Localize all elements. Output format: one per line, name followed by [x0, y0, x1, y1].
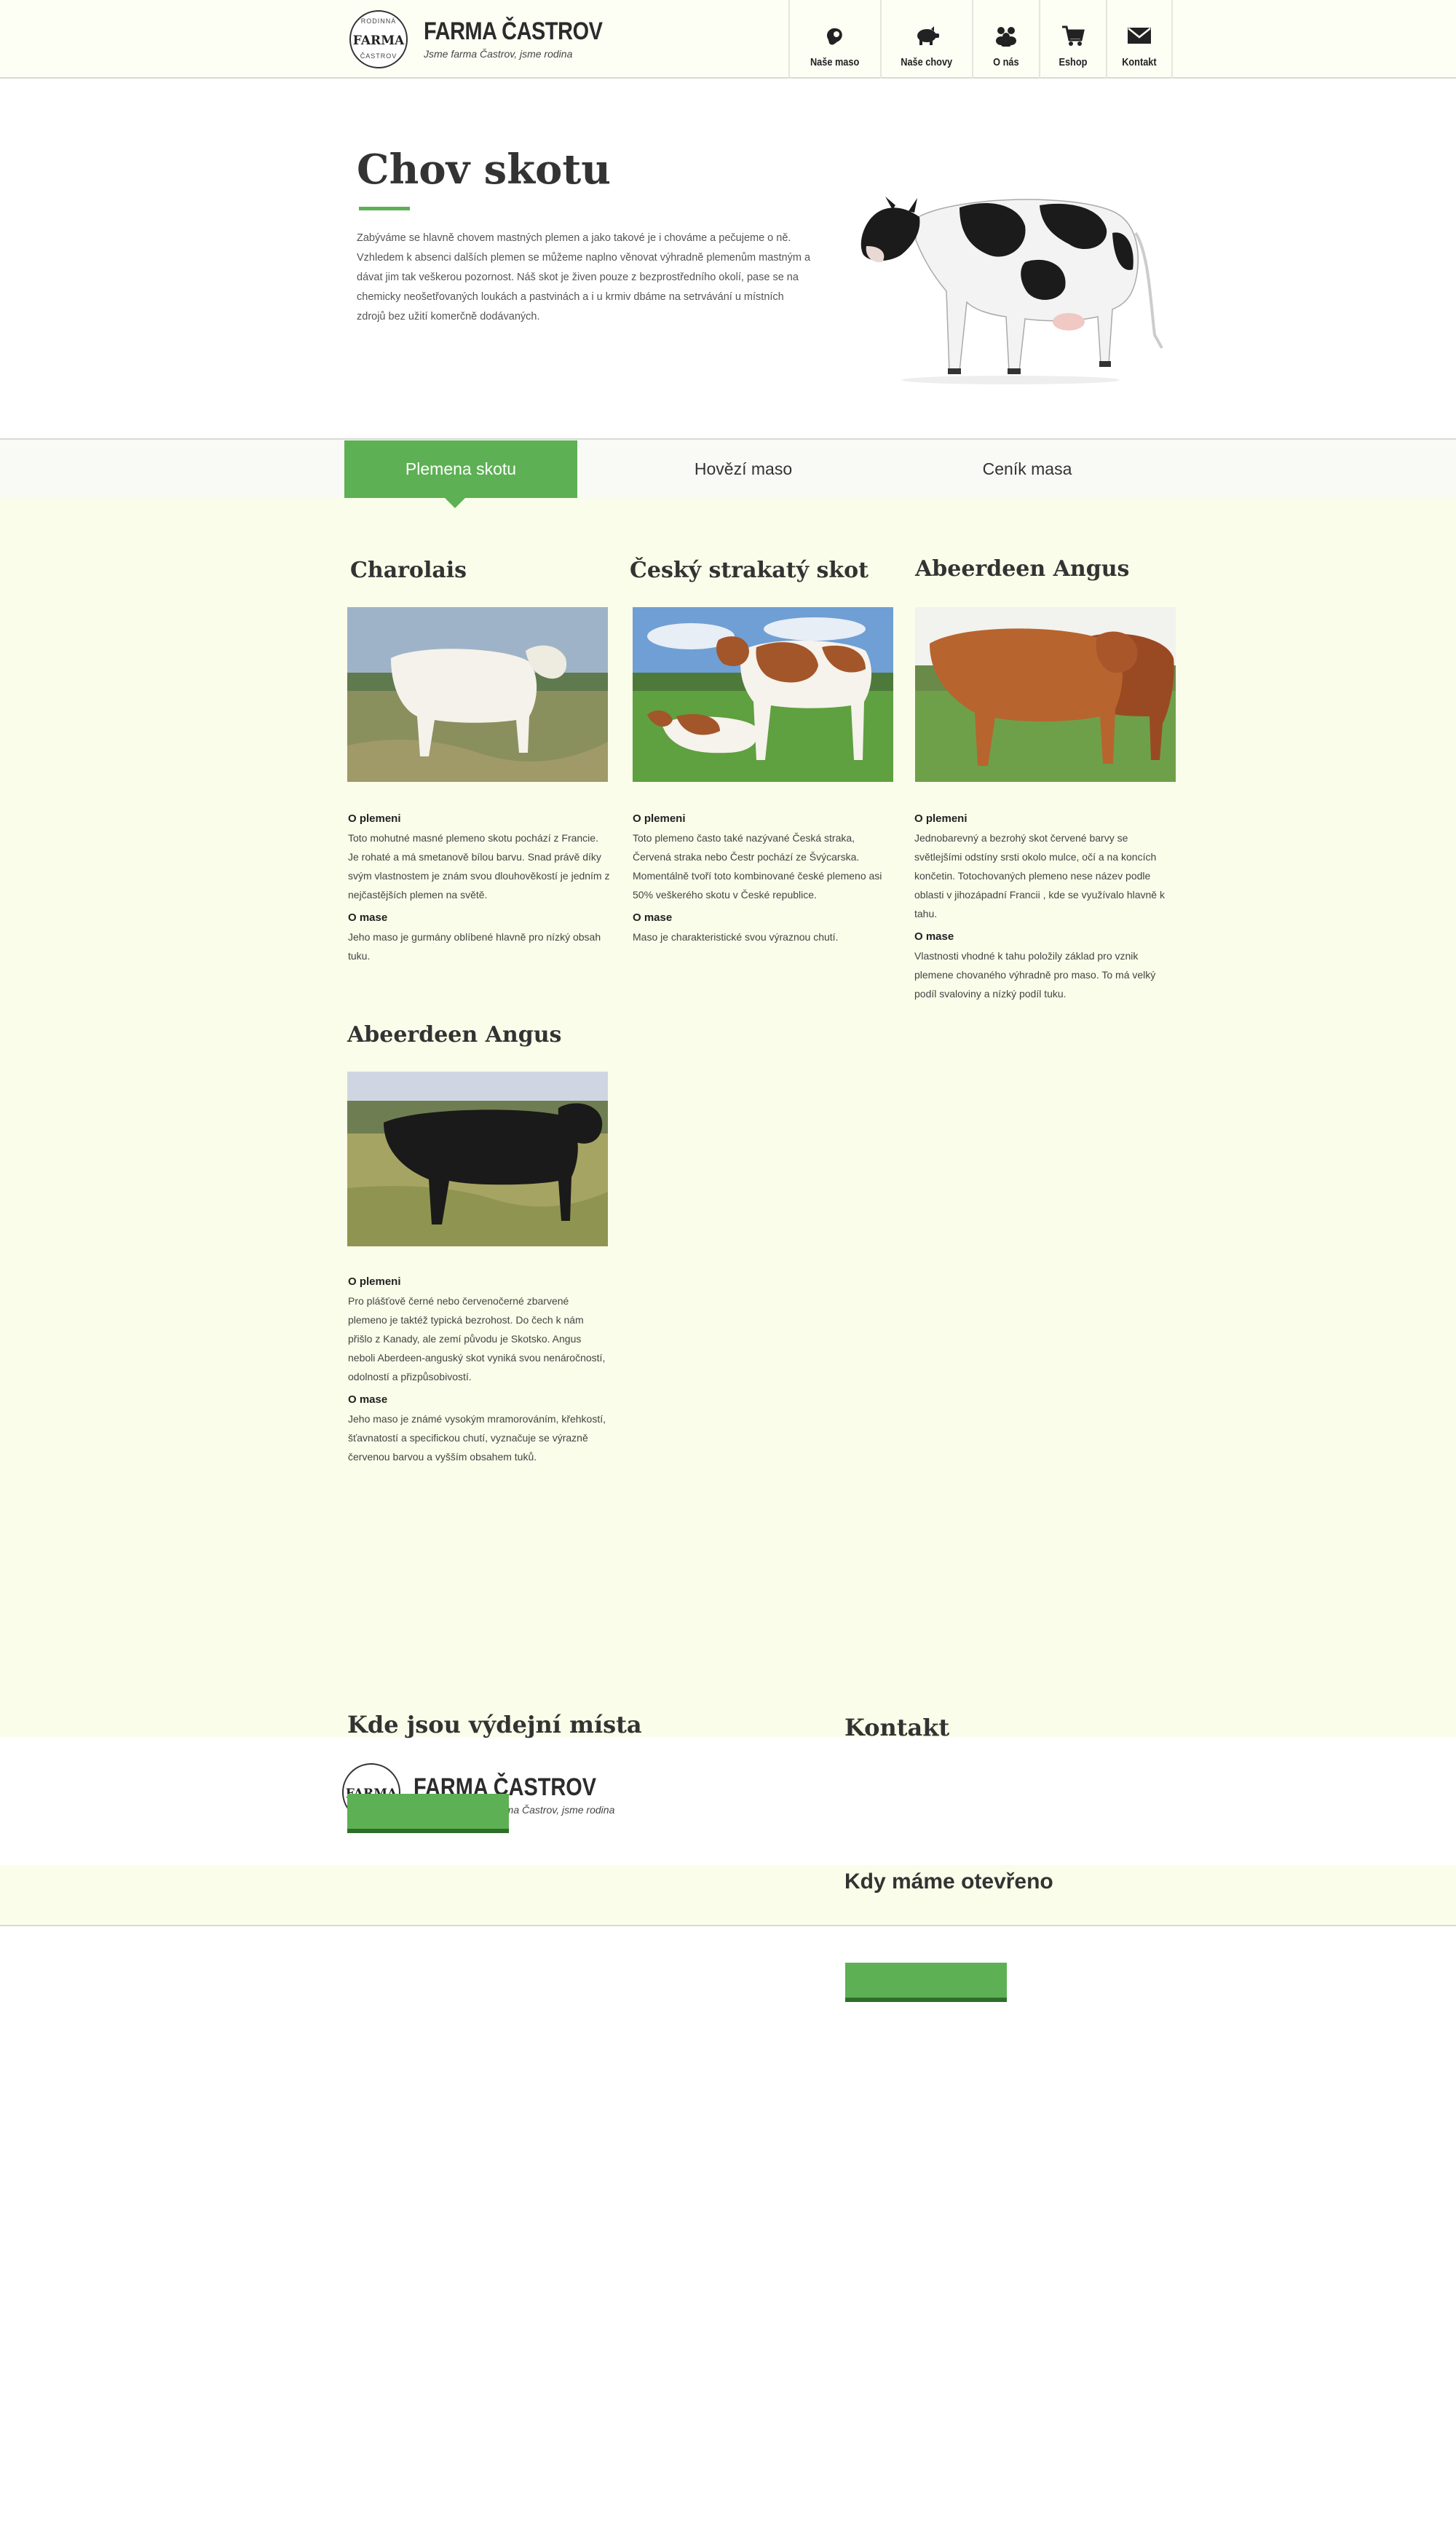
farm-logo[interactable]: RODINNÁ FARMA ČASTROV	[349, 10, 408, 68]
pickup-places-title: Kde jsou výdejní místa	[347, 1711, 642, 1738]
breed-meat-heading: O mase	[633, 911, 673, 924]
logo-top-text: RODINNÁ	[360, 17, 397, 25]
brand-slogan: Jsme farma Častrov, jsme rodina	[424, 48, 573, 60]
breed-info: O plemeni Jednobarevný a bezrohý skot če…	[914, 810, 1176, 1003]
nav-item-kontakt[interactable]: Kontakt	[1106, 0, 1173, 79]
breed-meat-text: Vlastnosti vhodné k tahu položily základ…	[914, 950, 1156, 1000]
breed-meat-heading: O mase	[348, 911, 388, 924]
breed-info: O plemeni Toto plemeno často také nazýva…	[633, 810, 895, 946]
breed-meat-text: Jeho maso je známé vysokým mramorováním,…	[348, 1413, 606, 1463]
breed-photo-red-angus	[915, 607, 1176, 782]
nav-label: Eshop	[1059, 56, 1088, 68]
breed-info: O plemeni Pro plášťově černé nebo červen…	[348, 1273, 610, 1466]
nav-item-nase-chovy[interactable]: Naše chovy	[880, 0, 972, 79]
breed-meat-text: Jeho maso je gurmány oblíbené hlavně pro…	[348, 931, 601, 962]
contact-button[interactable]	[845, 1963, 1007, 2002]
nav-item-eshop[interactable]: Eshop	[1039, 0, 1106, 79]
breed-meat-heading: O mase	[914, 930, 954, 943]
breed-title: Český strakatý skot	[630, 558, 869, 583]
breed-title: Abeerdeen Angus	[915, 556, 1130, 582]
breed-about-heading: O plemeni	[348, 1275, 401, 1288]
breed-meat-text: Maso je charakteristické svou výraznou c…	[633, 931, 839, 943]
breed-about-text: Toto plemeno často také nazývané Česká s…	[633, 832, 882, 901]
breed-about-heading: O plemeni	[633, 812, 686, 825]
breed-about-text: Jednobarevný a bezrohý skot červené barv…	[914, 832, 1165, 919]
logo-mid-text: FARMA	[352, 33, 405, 48]
tab-cenik-masa[interactable]: Ceník masa	[911, 440, 1144, 498]
nav-label: Naše maso	[810, 56, 860, 68]
main-nav: Naše maso Naše chovy O nás Eshop Kontakt	[788, 0, 1173, 79]
nav-label: Naše chovy	[901, 56, 953, 68]
logo-bottom-text: ČASTROV	[360, 52, 397, 60]
breed-title: Abeerdeen Angus	[347, 1022, 562, 1048]
tab-plemena-skotu[interactable]: Plemena skotu	[344, 440, 577, 498]
footer-green-band	[0, 1865, 1456, 1926]
hero-cow-image	[850, 153, 1171, 386]
nav-label: Kontakt	[1122, 56, 1157, 68]
breed-about-text: Toto mohutné masné plemeno skotu pochází…	[348, 832, 610, 901]
cart-icon	[1060, 23, 1086, 49]
breed-title: Charolais	[350, 558, 467, 583]
brand-name[interactable]: FARMA ČASTROV	[424, 17, 603, 46]
nav-label: O nás	[993, 56, 1019, 68]
nav-item-o-nas[interactable]: O nás	[972, 0, 1039, 79]
breed-about-heading: O plemeni	[914, 812, 968, 825]
envelope-icon	[1126, 23, 1152, 49]
breed-photo-black-angus	[347, 1072, 608, 1246]
intro-text: Zabýváme se hlavně chovem mastných pleme…	[357, 232, 811, 323]
opening-hours-title: Kdy máme otevřeno	[844, 1870, 1053, 1894]
pickup-places-button[interactable]	[347, 1794, 509, 1833]
active-tab-arrow	[445, 498, 465, 508]
site-header: RODINNÁ FARMA ČASTROV FARMA ČASTROV Jsme…	[0, 0, 1456, 79]
tab-hovezi-maso[interactable]: Hovězí maso	[627, 440, 860, 498]
breed-info: O plemeni Toto mohutné masné plemeno sko…	[348, 810, 610, 965]
contact-title: Kontakt	[844, 1714, 950, 1741]
title-underline	[359, 207, 410, 210]
breed-about-heading: O plemeni	[348, 812, 401, 825]
pig-icon	[914, 23, 940, 49]
breed-photo-cesky-strakaty	[633, 607, 893, 782]
nav-item-nase-maso[interactable]: Naše maso	[788, 0, 880, 79]
breed-photo-charolais	[347, 607, 608, 782]
breed-about-text: Pro plášťově černé nebo červenočerné zba…	[348, 1295, 606, 1382]
footer-white-band	[0, 1737, 1456, 1865]
meat-icon	[822, 23, 848, 49]
breed-meat-heading: O mase	[348, 1393, 388, 1406]
people-icon	[993, 23, 1019, 49]
page-title: Chov skotu	[357, 146, 611, 194]
